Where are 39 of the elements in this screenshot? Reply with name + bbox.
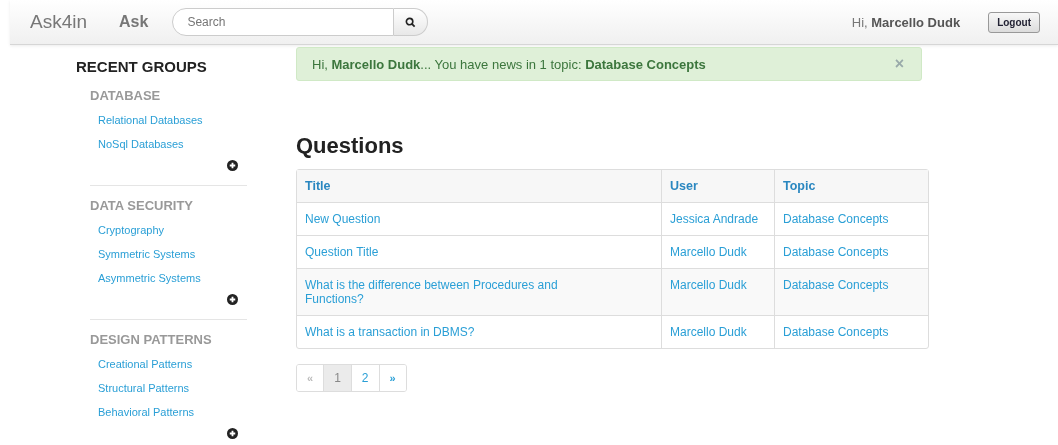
column-header: Title bbox=[297, 170, 661, 202]
group-link[interactable]: Asymmetric Systems bbox=[98, 266, 247, 290]
close-button[interactable]: × bbox=[894, 55, 904, 73]
group-link[interactable]: NoSql Databases bbox=[98, 132, 247, 156]
user-link[interactable]: Marcello Dudk bbox=[661, 268, 774, 315]
group-link[interactable]: Cryptography bbox=[98, 218, 247, 242]
group-link[interactable]: Creational Patterns bbox=[98, 352, 247, 376]
topic-link[interactable]: Database Concepts bbox=[774, 315, 928, 348]
column-header: Topic bbox=[774, 170, 928, 202]
next-page-link[interactable]: » bbox=[378, 365, 406, 391]
group-link[interactable]: Symmetric Systems bbox=[98, 242, 247, 266]
user-link[interactable]: Marcello Dudk bbox=[661, 315, 774, 348]
add-icon[interactable] bbox=[227, 428, 238, 439]
logout-button[interactable]: Logout bbox=[988, 11, 1040, 33]
alert-message: Hi, Marcello Dudk... You have news in 1 topic: Database Concepts bbox=[312, 56, 707, 72]
group-heading: DATA SECURITY bbox=[90, 198, 195, 214]
user-greeting: Hi, Marcello Dudk bbox=[851, 14, 961, 30]
add-icon[interactable] bbox=[227, 160, 238, 171]
topic-link[interactable]: Database Concepts bbox=[774, 268, 928, 315]
group-link[interactable]: Behavioral Patterns bbox=[98, 400, 247, 424]
group-link[interactable]: Relational Databases bbox=[98, 108, 247, 132]
group-link[interactable]: Structural Patterns bbox=[98, 376, 247, 400]
section-heading: Questions bbox=[296, 133, 405, 159]
ask-link[interactable]: Ask bbox=[119, 13, 149, 31]
column-header: User bbox=[661, 170, 774, 202]
question-link[interactable]: New Question bbox=[297, 202, 661, 235]
topic-link[interactable]: Database Concepts bbox=[774, 202, 928, 235]
sidebar-title: RECENT GROUPS bbox=[76, 58, 208, 75]
brand-name[interactable]: Ask4in bbox=[30, 11, 88, 33]
group-heading: DATABASE bbox=[90, 88, 162, 104]
search-button[interactable] bbox=[394, 8, 429, 36]
question-link[interactable]: What is the difference between Procedures and Functions? bbox=[297, 268, 661, 315]
question-link[interactable]: What is a transaction in DBMS? bbox=[297, 315, 661, 348]
group-heading: DESIGN PATTERNS bbox=[90, 332, 213, 348]
page-link[interactable]: 1 bbox=[323, 365, 351, 391]
user-link[interactable]: Jessica Andrade bbox=[661, 202, 774, 235]
search-field[interactable]: Search bbox=[172, 8, 395, 36]
add-icon[interactable] bbox=[227, 294, 238, 305]
search-icon bbox=[405, 16, 417, 28]
